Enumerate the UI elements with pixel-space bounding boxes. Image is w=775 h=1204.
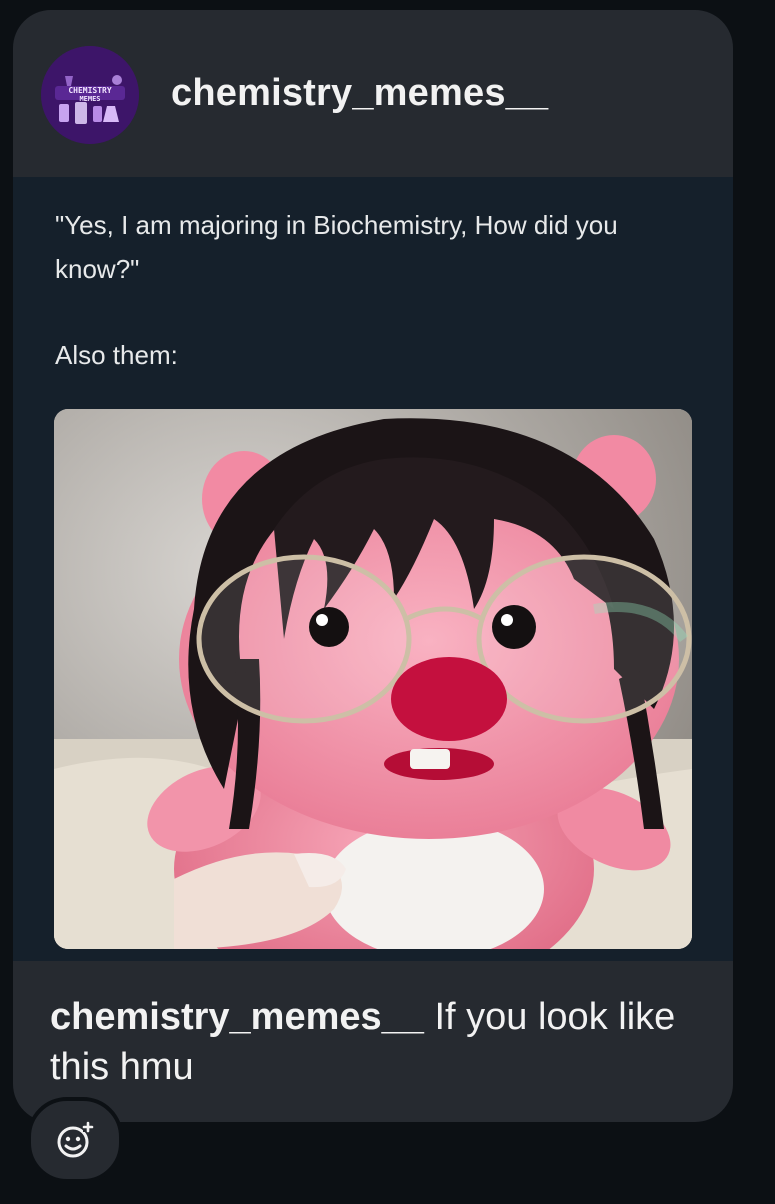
tweet-text: "Yes, I am majoring in Biochemistry, How… (55, 203, 695, 377)
tweet-screenshot[interactable]: "Yes, I am majoring in Biochemistry, How… (13, 177, 733, 961)
post-header[interactable]: CHEMISTRY MEMES chemistry_memes__ (13, 10, 733, 177)
avatar[interactable]: CHEMISTRY MEMES (41, 46, 139, 144)
post-caption: chemistry_memes__ If you look like this … (50, 992, 710, 1092)
post-author-username[interactable]: chemistry_memes__ (171, 72, 548, 115)
emoji-add-icon (57, 1121, 94, 1158)
photo-illustration (54, 409, 692, 949)
caption-username[interactable]: chemistry_memes__ (50, 996, 424, 1038)
tweet-line-1: "Yes, I am majoring in Biochemistry, How… (55, 210, 618, 284)
chemistry-logo-icon: CHEMISTRY MEMES (41, 46, 139, 144)
avatar-text-line1: CHEMISTRY (68, 86, 112, 95)
avatar-text-line2: MEMES (79, 95, 100, 103)
tweet-line-2: Also them: (55, 340, 178, 370)
shared-post-card[interactable]: CHEMISTRY MEMES chemistry_memes__ "Yes, … (13, 10, 733, 1122)
pink-plush-photo[interactable] (54, 409, 692, 949)
add-reaction-button[interactable] (27, 1097, 123, 1183)
